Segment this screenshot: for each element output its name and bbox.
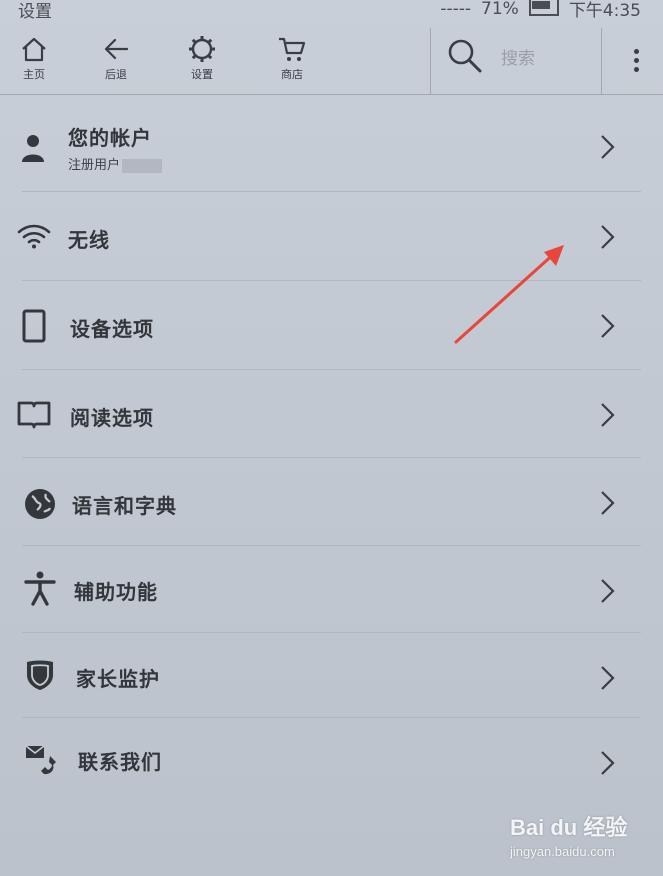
redacted-username [122, 158, 163, 173]
search-box[interactable]: 搜索 [430, 28, 602, 94]
chevron-right-icon [596, 400, 618, 430]
settings-item-contact[interactable]: 联系我们 [0, 718, 663, 803]
settings-item-label: 辅助功能 [74, 580, 158, 604]
home-button[interactable]: 主页 [4, 34, 64, 90]
wifi-icon [16, 218, 52, 254]
settings-item-label: 阅读选项 [70, 406, 154, 430]
back-label: 后退 [105, 68, 127, 81]
settings-item-accessibility[interactable]: 辅助功能 [0, 546, 663, 633]
home-label: 主页 [23, 68, 45, 81]
shield-icon [22, 657, 58, 693]
settings-button[interactable]: 设置 [172, 34, 232, 90]
settings-item-label: 设备选项 [70, 317, 154, 341]
contact-icon [24, 742, 60, 778]
home-icon [22, 37, 46, 62]
battery-icon [528, 0, 559, 16]
store-button[interactable]: 商店 [262, 34, 322, 90]
back-arrow-icon [104, 38, 129, 60]
settings-label: 设置 [191, 68, 213, 81]
globe-icon [22, 486, 58, 522]
settings-item-account[interactable]: 您的帐户 注册用户 [0, 102, 663, 192]
chevron-right-icon [596, 576, 618, 606]
settings-item-language[interactable]: 语言和字典 [0, 458, 663, 546]
watermark: Bai du 经验 jingyan.baidu.com [510, 808, 650, 868]
status-bar: 设置 ----- 71% 下午4:35 [0, 0, 663, 26]
status-title: 设置 [18, 2, 52, 22]
battery-percent: 71% [481, 0, 519, 19]
watermark-brand: Bai du 经验 [510, 815, 628, 840]
store-label: 商店 [281, 68, 303, 81]
gear-icon [189, 36, 215, 62]
annotation-arrow-icon [454, 245, 564, 344]
settings-item-parental[interactable]: 家长监护 [0, 633, 663, 718]
status-indicators: ----- 71% 下午4:35 [440, 0, 641, 21]
book-icon [16, 396, 52, 432]
more-menu-icon[interactable] [622, 44, 650, 76]
settings-item-label: 联系我们 [78, 750, 162, 774]
settings-item-label: 无线 [68, 228, 110, 252]
settings-item-label: 语言和字典 [72, 494, 177, 518]
user-icon [16, 130, 52, 166]
chevron-right-icon [596, 663, 618, 693]
watermark-url: jingyan.baidu.com [510, 844, 615, 859]
signal-indicator: ----- [440, 0, 472, 19]
chevron-right-icon [596, 132, 618, 162]
chevron-right-icon [596, 311, 618, 341]
chevron-right-icon [596, 748, 618, 778]
settings-item-label: 家长监护 [76, 667, 160, 691]
device-icon [16, 308, 52, 344]
chevron-right-icon [596, 488, 618, 518]
search-placeholder[interactable]: 搜索 [501, 44, 535, 69]
chevron-right-icon [596, 222, 618, 252]
cart-icon [279, 37, 306, 61]
settings-item-label: 您的帐户 [68, 126, 152, 150]
toolbar: 主页 后退 设置 商店 搜索 [0, 28, 663, 95]
accessibility-icon [22, 570, 58, 606]
search-icon [448, 39, 482, 73]
clock: 下午4:35 [568, 1, 641, 21]
back-button[interactable]: 后退 [86, 34, 146, 90]
settings-item-reading[interactable]: 阅读选项 [0, 370, 663, 458]
account-status: 注册用户 [68, 154, 163, 173]
